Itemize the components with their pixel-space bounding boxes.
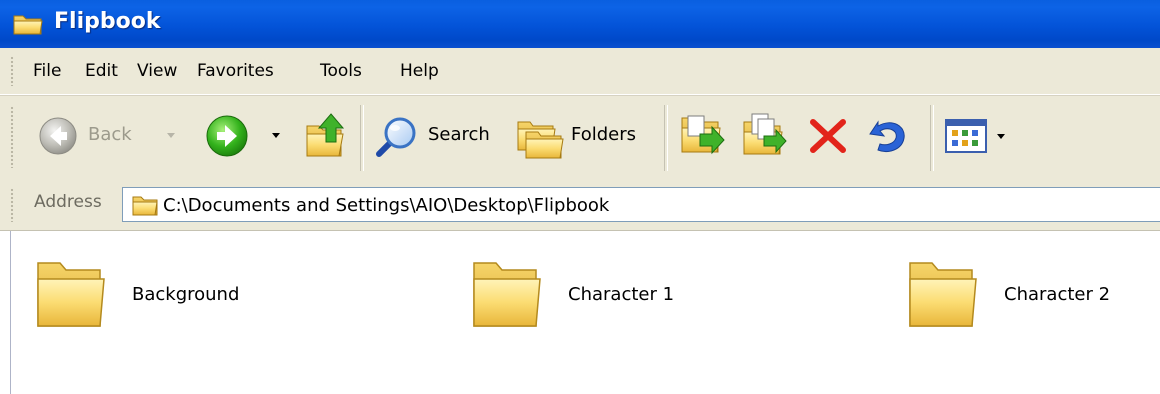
folder-item-character-1[interactable]: Character 1	[470, 257, 830, 337]
menu-favorites[interactable]: Favorites	[197, 61, 274, 81]
folder-icon	[132, 196, 158, 216]
toolbar-separator	[664, 105, 668, 171]
menu-file[interactable]: File	[33, 61, 61, 81]
views-button[interactable]	[944, 116, 1010, 156]
address-bar: Address C:\Documents and Settings\AIO\De…	[0, 180, 1160, 231]
address-grip[interactable]	[10, 188, 14, 222]
forward-button[interactable]	[205, 114, 285, 158]
toolbar-grip[interactable]	[10, 106, 14, 168]
address-input[interactable]: C:\Documents and Settings\AIO\Desktop\Fl…	[122, 187, 1160, 222]
back-arrow-icon	[39, 117, 77, 155]
menu-help[interactable]: Help	[400, 61, 439, 81]
folder-name: Character 2	[1004, 284, 1111, 305]
address-label: Address	[34, 192, 102, 212]
forward-arrow-icon	[206, 115, 248, 157]
window-title: Flipbook	[54, 9, 161, 34]
undo-icon[interactable]	[866, 114, 910, 158]
views-icon	[945, 119, 987, 153]
folder-icon	[37, 262, 105, 327]
menu-grip[interactable]	[10, 56, 14, 86]
menu-view[interactable]: View	[137, 61, 177, 81]
folder-icon	[473, 262, 541, 327]
toolbar-separator	[930, 105, 934, 171]
menu-edit[interactable]: Edit	[85, 61, 118, 81]
move-to-icon[interactable]	[678, 112, 726, 160]
copy-to-icon[interactable]	[740, 112, 788, 160]
folder-name: Character 1	[568, 284, 675, 305]
content-edge	[10, 231, 11, 394]
search-button[interactable]: Search	[373, 114, 503, 160]
back-dropdown-icon[interactable]	[166, 132, 176, 140]
search-icon	[376, 117, 416, 157]
folder-icon	[909, 262, 977, 327]
address-value: C:\Documents and Settings\AIO\Desktop\Fl…	[163, 195, 610, 216]
folder-icon	[13, 15, 43, 35]
menu-tools[interactable]: Tools	[320, 61, 362, 81]
folder-item-character-2[interactable]: Character 2	[906, 257, 1156, 337]
views-dropdown-icon[interactable]	[996, 133, 1006, 141]
folder-contents: Background Character 1 Character 2	[0, 231, 1160, 394]
search-label: Search	[428, 124, 490, 145]
menu-bar: File Edit View Favorites Tools Help	[0, 48, 1160, 95]
folder-item-background[interactable]: Background	[34, 257, 394, 337]
toolbar-separator	[360, 105, 364, 171]
folders-label: Folders	[571, 124, 637, 145]
folders-icon	[517, 121, 564, 159]
folder-name: Background	[132, 284, 240, 305]
forward-dropdown-icon[interactable]	[271, 132, 281, 140]
delete-icon[interactable]	[807, 116, 849, 156]
back-button[interactable]: Back	[38, 116, 188, 156]
standard-toolbar: Back Search Folders	[0, 95, 1160, 181]
back-label: Back	[88, 124, 132, 145]
folder-up-icon[interactable]	[303, 112, 349, 160]
folders-button[interactable]: Folders	[516, 114, 648, 160]
title-bar[interactable]: Flipbook	[0, 0, 1160, 48]
